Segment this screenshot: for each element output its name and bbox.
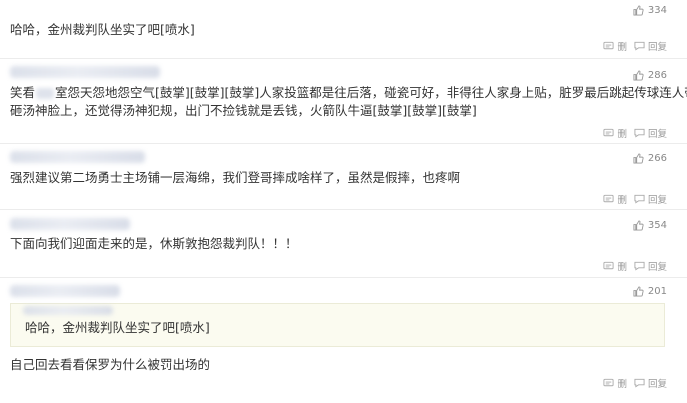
comment-text-line2: 砸汤神脸上，还觉得汤神犯规，出门不捡钱就是丢钱，火箭队牛逼[鼓掌][鼓掌][鼓掌… — [10, 103, 477, 118]
divider — [0, 209, 687, 210]
delete-button[interactable]: 删 — [603, 192, 627, 206]
thumbs-up-icon — [633, 153, 644, 164]
divider — [0, 58, 687, 59]
reply-button[interactable]: 回复 — [634, 39, 667, 53]
like-button[interactable]: 354 — [633, 220, 667, 231]
reply-icon — [634, 128, 645, 138]
reply-icon — [634, 261, 645, 271]
like-count: 286 — [647, 70, 667, 81]
thumbs-up-icon — [633, 5, 644, 16]
reply-icon — [634, 194, 645, 204]
comment-text: 强烈建议第二场勇士主场铺一层海绵，我们登哥摔成啥样了，虽然是假摔，也疼啊 — [10, 170, 461, 185]
delete-button[interactable]: 删 — [603, 39, 627, 53]
quoted-text: 哈哈，金州裁判队坐实了吧[喷水] — [25, 320, 210, 335]
comment-text: 下面向我们迎面走来的是，休斯敦抱怨裁判队！！！ — [10, 236, 298, 251]
thumbs-up-icon — [633, 70, 644, 81]
comment-actions: 删 回复 — [603, 39, 667, 53]
reply-icon — [634, 378, 645, 388]
like-count: 354 — [647, 220, 667, 231]
comment-actions: 删 回复 — [603, 259, 667, 273]
username-blurred — [10, 218, 130, 230]
redacted-name — [36, 88, 55, 99]
like-button[interactable]: 334 — [633, 5, 667, 16]
like-button[interactable]: 201 — [633, 286, 667, 297]
delete-icon — [603, 128, 615, 137]
quoted-comment: 哈哈，金州裁判队坐实了吧[喷水] — [10, 303, 665, 347]
delete-icon — [603, 378, 615, 387]
like-count: 201 — [647, 286, 667, 297]
comment-actions: 删 回复 — [603, 376, 667, 390]
delete-button[interactable]: 删 — [603, 376, 627, 390]
reply-button[interactable]: 回复 — [634, 376, 667, 390]
reply-button[interactable]: 回复 — [634, 192, 667, 206]
comment-actions: 删 回复 — [603, 126, 667, 140]
username-blurred — [10, 285, 120, 297]
username-blurred — [10, 66, 160, 78]
divider — [0, 143, 687, 144]
delete-icon — [603, 41, 615, 50]
comment-text: 笑看 室怨天怨地怨空气[鼓掌][鼓掌][鼓掌]人家投篮都是往后落，碰瓷可好，非得往… — [10, 85, 687, 100]
thumbs-up-icon — [633, 220, 644, 231]
comment-text: 哈哈，金州裁判队坐实了吧[喷水] — [10, 22, 195, 37]
comment-text: 自己回去看看保罗为什么被罚出场的 — [10, 357, 211, 372]
username-blurred — [10, 151, 145, 163]
like-count: 266 — [647, 153, 667, 164]
comment-actions: 删 回复 — [603, 192, 667, 206]
like-button[interactable]: 286 — [633, 70, 667, 81]
reply-button[interactable]: 回复 — [634, 259, 667, 273]
delete-button[interactable]: 删 — [603, 259, 627, 273]
delete-icon — [603, 261, 615, 270]
quoted-username-blurred — [23, 306, 113, 315]
like-button[interactable]: 266 — [633, 153, 667, 164]
like-count: 334 — [647, 5, 667, 16]
delete-icon — [603, 194, 615, 203]
reply-button[interactable]: 回复 — [634, 126, 667, 140]
delete-button[interactable]: 删 — [603, 126, 627, 140]
thumbs-up-icon — [633, 286, 644, 297]
divider — [0, 277, 687, 278]
reply-icon — [634, 41, 645, 51]
